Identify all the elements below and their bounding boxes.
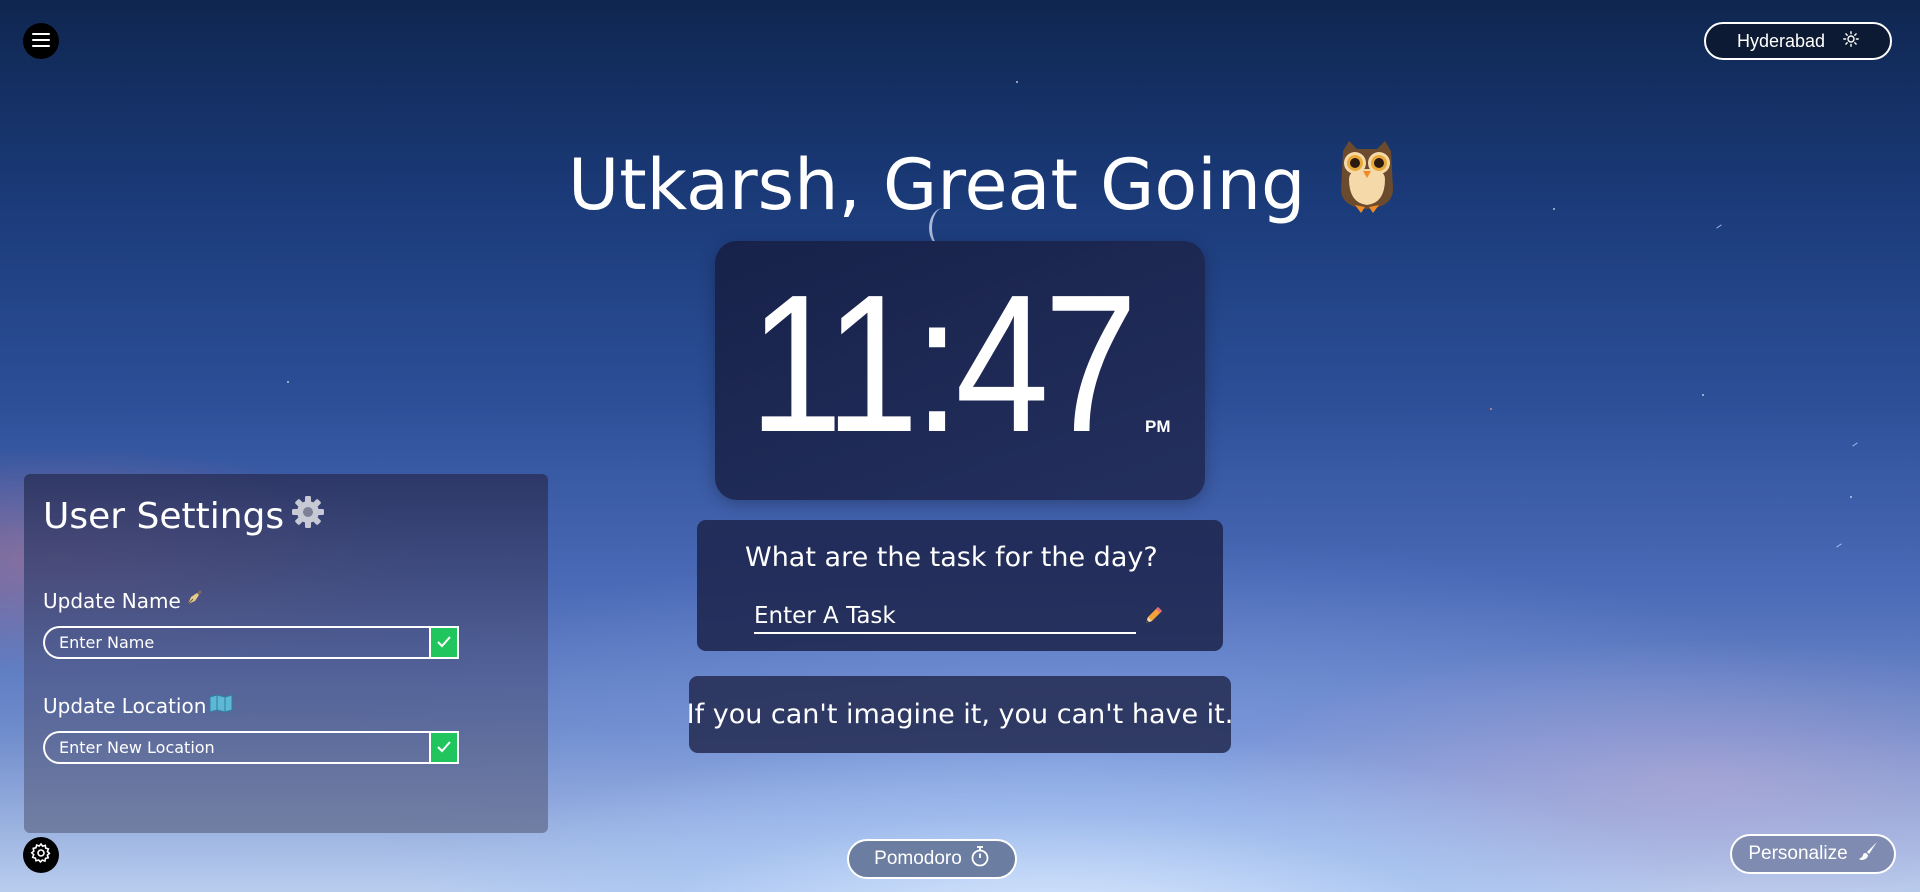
- pomodoro-label: Pomodoro: [874, 848, 962, 869]
- star: [1490, 408, 1492, 410]
- map-icon: [209, 693, 233, 718]
- update-name-label: Update Name: [43, 588, 204, 613]
- star-streak: [1836, 543, 1842, 548]
- location-submit-button[interactable]: [429, 731, 459, 764]
- quote-card: If you can't imagine it, you can't have …: [686, 676, 1234, 753]
- location-input[interactable]: [43, 731, 429, 764]
- star-streak: [1716, 224, 1722, 229]
- task-question: What are the task for the day?: [745, 542, 1158, 573]
- update-name-row: [43, 626, 459, 659]
- task-card: What are the task for the day?: [697, 520, 1223, 651]
- update-location-label-text: Update Location: [43, 693, 207, 718]
- star-streak: [1852, 442, 1858, 447]
- personalize-label: Personalize: [1748, 843, 1848, 864]
- star: [287, 381, 289, 383]
- stopwatch-icon: [970, 845, 990, 873]
- paintbrush-icon: [1858, 841, 1878, 867]
- name-submit-button[interactable]: [429, 626, 459, 659]
- sun-icon: [1843, 30, 1859, 52]
- personalize-button[interactable]: Personalize: [1730, 834, 1896, 874]
- update-location-label: Update Location: [43, 693, 233, 718]
- update-name-label-text: Update Name: [43, 588, 181, 613]
- check-icon: [437, 633, 451, 652]
- settings-title-text: User Settings: [43, 496, 285, 537]
- update-location-row: [43, 731, 459, 764]
- greeting: Utkarsh, Great Going: [568, 140, 1394, 230]
- owl-icon: [1335, 139, 1399, 232]
- star: [1702, 394, 1704, 396]
- pen-nib-icon: [184, 588, 204, 613]
- star: [1016, 81, 1018, 83]
- star: [1553, 208, 1555, 210]
- gear-icon: [290, 494, 326, 539]
- name-input[interactable]: [43, 626, 429, 659]
- location-weather-button[interactable]: Hyderabad: [1704, 22, 1892, 60]
- check-icon: [437, 738, 451, 757]
- star: [1850, 496, 1852, 498]
- gear-icon: [30, 842, 52, 868]
- greeting-text: Utkarsh, Great Going: [568, 144, 1306, 226]
- quote-text: If you can't imagine it, you can't have …: [686, 699, 1234, 730]
- task-input[interactable]: [754, 600, 1136, 634]
- location-name: Hyderabad: [1736, 30, 1826, 51]
- settings-title: User Settings: [43, 494, 326, 539]
- user-settings-panel: User Settings Update Name Enter Name Upd…: [24, 474, 548, 833]
- clock-time: 11:47: [749, 254, 1138, 473]
- hamburger-icon: [32, 32, 50, 51]
- clock-card: 11:47 PM: [715, 241, 1205, 500]
- pencil-icon[interactable]: [1143, 604, 1165, 630]
- menu-button[interactable]: [23, 23, 59, 59]
- clock-period: PM: [1145, 417, 1171, 436]
- settings-button[interactable]: [23, 837, 59, 873]
- pomodoro-button[interactable]: Pomodoro: [847, 839, 1017, 879]
